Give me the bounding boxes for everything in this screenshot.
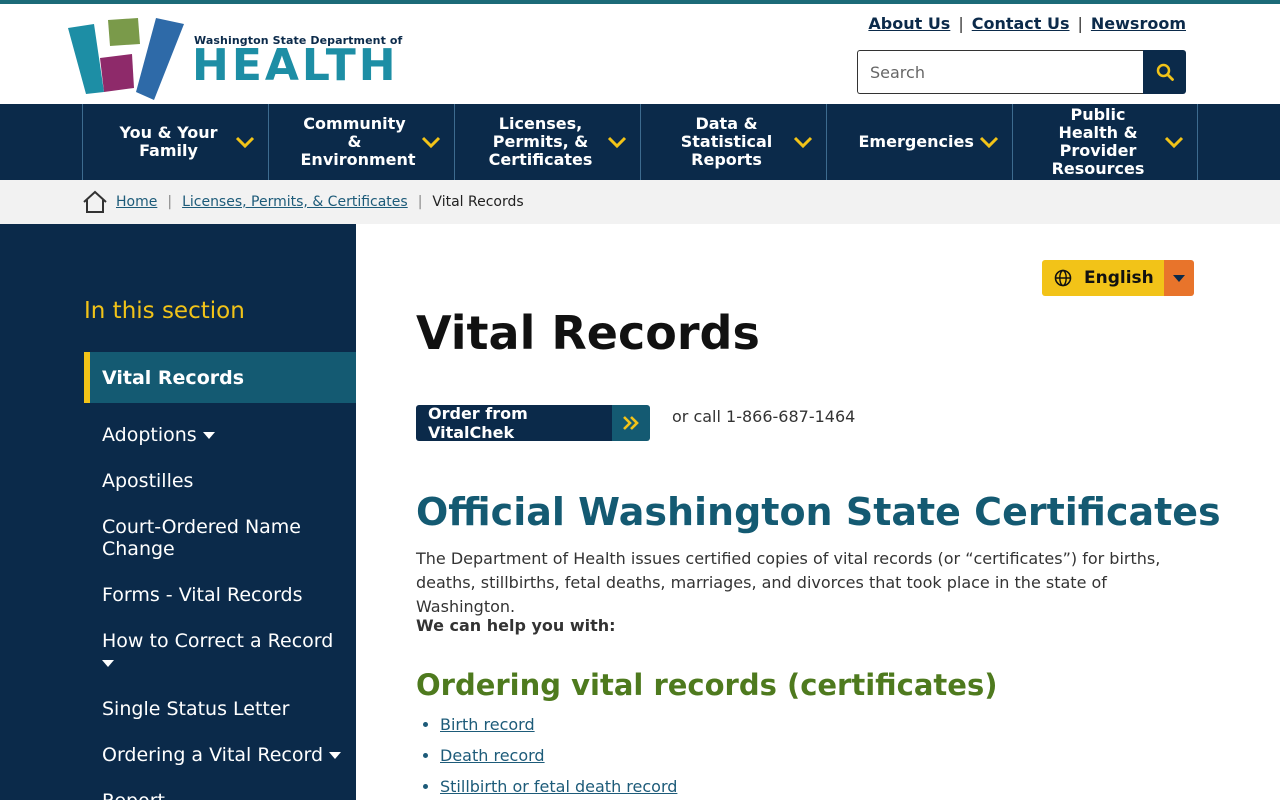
search-input[interactable] — [857, 50, 1143, 94]
subheading: Ordering vital records (certificates) — [416, 668, 998, 702]
breadcrumb-link-licenses[interactable]: Licenses, Permits, & Certificates — [182, 194, 408, 210]
nav-item-data-statistical-reports[interactable]: Data & Statistical Reports — [640, 104, 826, 180]
site-logo[interactable]: Washington State Department of HEALTH — [66, 14, 402, 102]
link-death-record[interactable]: Death record — [440, 746, 545, 765]
utility-link-newsroom[interactable]: Newsroom — [1091, 14, 1186, 33]
section-heading: Official Washington State Certificates — [416, 490, 1221, 534]
nav-item-label: Public Health & Provider Resources — [1051, 105, 1145, 178]
nav-item-you-and-your-family[interactable]: You & Your Family — [82, 104, 268, 180]
nav-item-public-health-provider-resources[interactable]: Public Health & Provider Resources — [1012, 104, 1198, 180]
nav-item-licenses-permits-certificates[interactable]: Licenses, Permits, & Certificates — [454, 104, 640, 180]
utility-nav: About Us | Contact Us | Newsroom — [868, 14, 1186, 33]
chevron-down-icon — [607, 136, 627, 149]
call-text: or call 1-866-687-1464 — [672, 407, 856, 426]
nav-item-label: Licenses, Permits, & Certificates — [488, 114, 593, 169]
sidebar-item-forms[interactable]: Forms - Vital Records — [102, 584, 342, 606]
sidebar-list: Adoptions Apostilles Court-Ordered Name … — [102, 424, 342, 800]
link-stillbirth-record[interactable]: Stillbirth or fetal death record — [440, 777, 677, 796]
language-selector[interactable]: English — [1042, 260, 1194, 296]
page-title: Vital Records — [416, 306, 760, 360]
chevron-down-icon — [793, 136, 813, 149]
caret-down-icon[interactable] — [329, 752, 342, 759]
main-content: English Vital Records Order from VitalCh… — [356, 224, 1280, 800]
sidebar-item-apostilles[interactable]: Apostilles — [102, 470, 342, 492]
search-form — [857, 50, 1186, 94]
sidebar-item-single-status[interactable]: Single Status Letter — [102, 698, 342, 720]
logo-mark-icon — [68, 18, 184, 100]
breadcrumb: Home | Licenses, Permits, & Certificates… — [0, 180, 1280, 224]
caret-down-icon[interactable] — [102, 660, 114, 667]
record-links-list: Birth record Death record Stillbirth or … — [440, 715, 677, 800]
search-icon — [1156, 63, 1174, 81]
link-birth-record[interactable]: Birth record — [440, 715, 535, 734]
chevron-down-icon — [235, 136, 255, 149]
breadcrumb-current: Vital Records — [432, 194, 524, 210]
double-chevron-right-icon — [623, 416, 639, 430]
intro-paragraph: The Department of Health issues certifie… — [416, 549, 1161, 616]
list-item: Stillbirth or fetal death record — [440, 777, 677, 796]
language-dropdown-button[interactable] — [1164, 260, 1194, 296]
nav-item-label: Community & Environment — [300, 114, 416, 169]
language-label: English — [1084, 268, 1154, 288]
home-icon[interactable] — [82, 190, 108, 214]
site-header: Washington State Department of HEALTH Ab… — [0, 4, 1280, 104]
sidebar-item-ordering[interactable]: Ordering a Vital Record — [102, 744, 342, 766]
sidebar-item-current[interactable]: Vital Records — [84, 352, 356, 403]
sidebar-item-adoptions[interactable]: Adoptions — [102, 424, 342, 446]
nav-item-emergencies[interactable]: Emergencies — [826, 104, 1012, 180]
caret-down-icon — [1173, 275, 1185, 282]
main-nav: You & Your Family Community & Environmen… — [0, 104, 1280, 180]
caret-down-icon[interactable] — [202, 432, 215, 439]
utility-link-contact-us[interactable]: Contact Us — [972, 14, 1070, 33]
chevron-down-icon — [1164, 136, 1184, 149]
sidebar-title: In this section — [84, 298, 245, 324]
list-item: Birth record — [440, 715, 677, 734]
search-button[interactable] — [1143, 50, 1186, 94]
breadcrumb-link-home[interactable]: Home — [116, 194, 157, 210]
chevron-down-icon — [421, 136, 441, 149]
section-sidebar: In this section Vital Records Adoptions … — [0, 224, 356, 800]
order-button-label: Order from VitalChek — [416, 405, 612, 441]
nav-item-community-and-environment[interactable]: Community & Environment — [268, 104, 454, 180]
sidebar-item-correct-record[interactable]: How to Correct a Record — [102, 630, 342, 674]
globe-icon — [1054, 269, 1072, 287]
sidebar-item-report[interactable]: Report — [102, 790, 342, 800]
utility-link-about-us[interactable]: About Us — [868, 14, 950, 33]
help-label: We can help you with: — [416, 616, 616, 635]
chevron-down-icon — [979, 136, 999, 149]
sidebar-item-name-change[interactable]: Court-Ordered Name Change — [102, 516, 342, 560]
order-vitalchek-button[interactable]: Order from VitalChek — [416, 405, 650, 441]
nav-item-label: You & Your Family — [119, 123, 218, 160]
logo-wordmark: HEALTH — [192, 40, 399, 91]
nav-item-label: Emergencies — [858, 132, 974, 151]
list-item: Death record — [440, 746, 677, 765]
nav-item-label: Data & Statistical Reports — [680, 114, 773, 169]
